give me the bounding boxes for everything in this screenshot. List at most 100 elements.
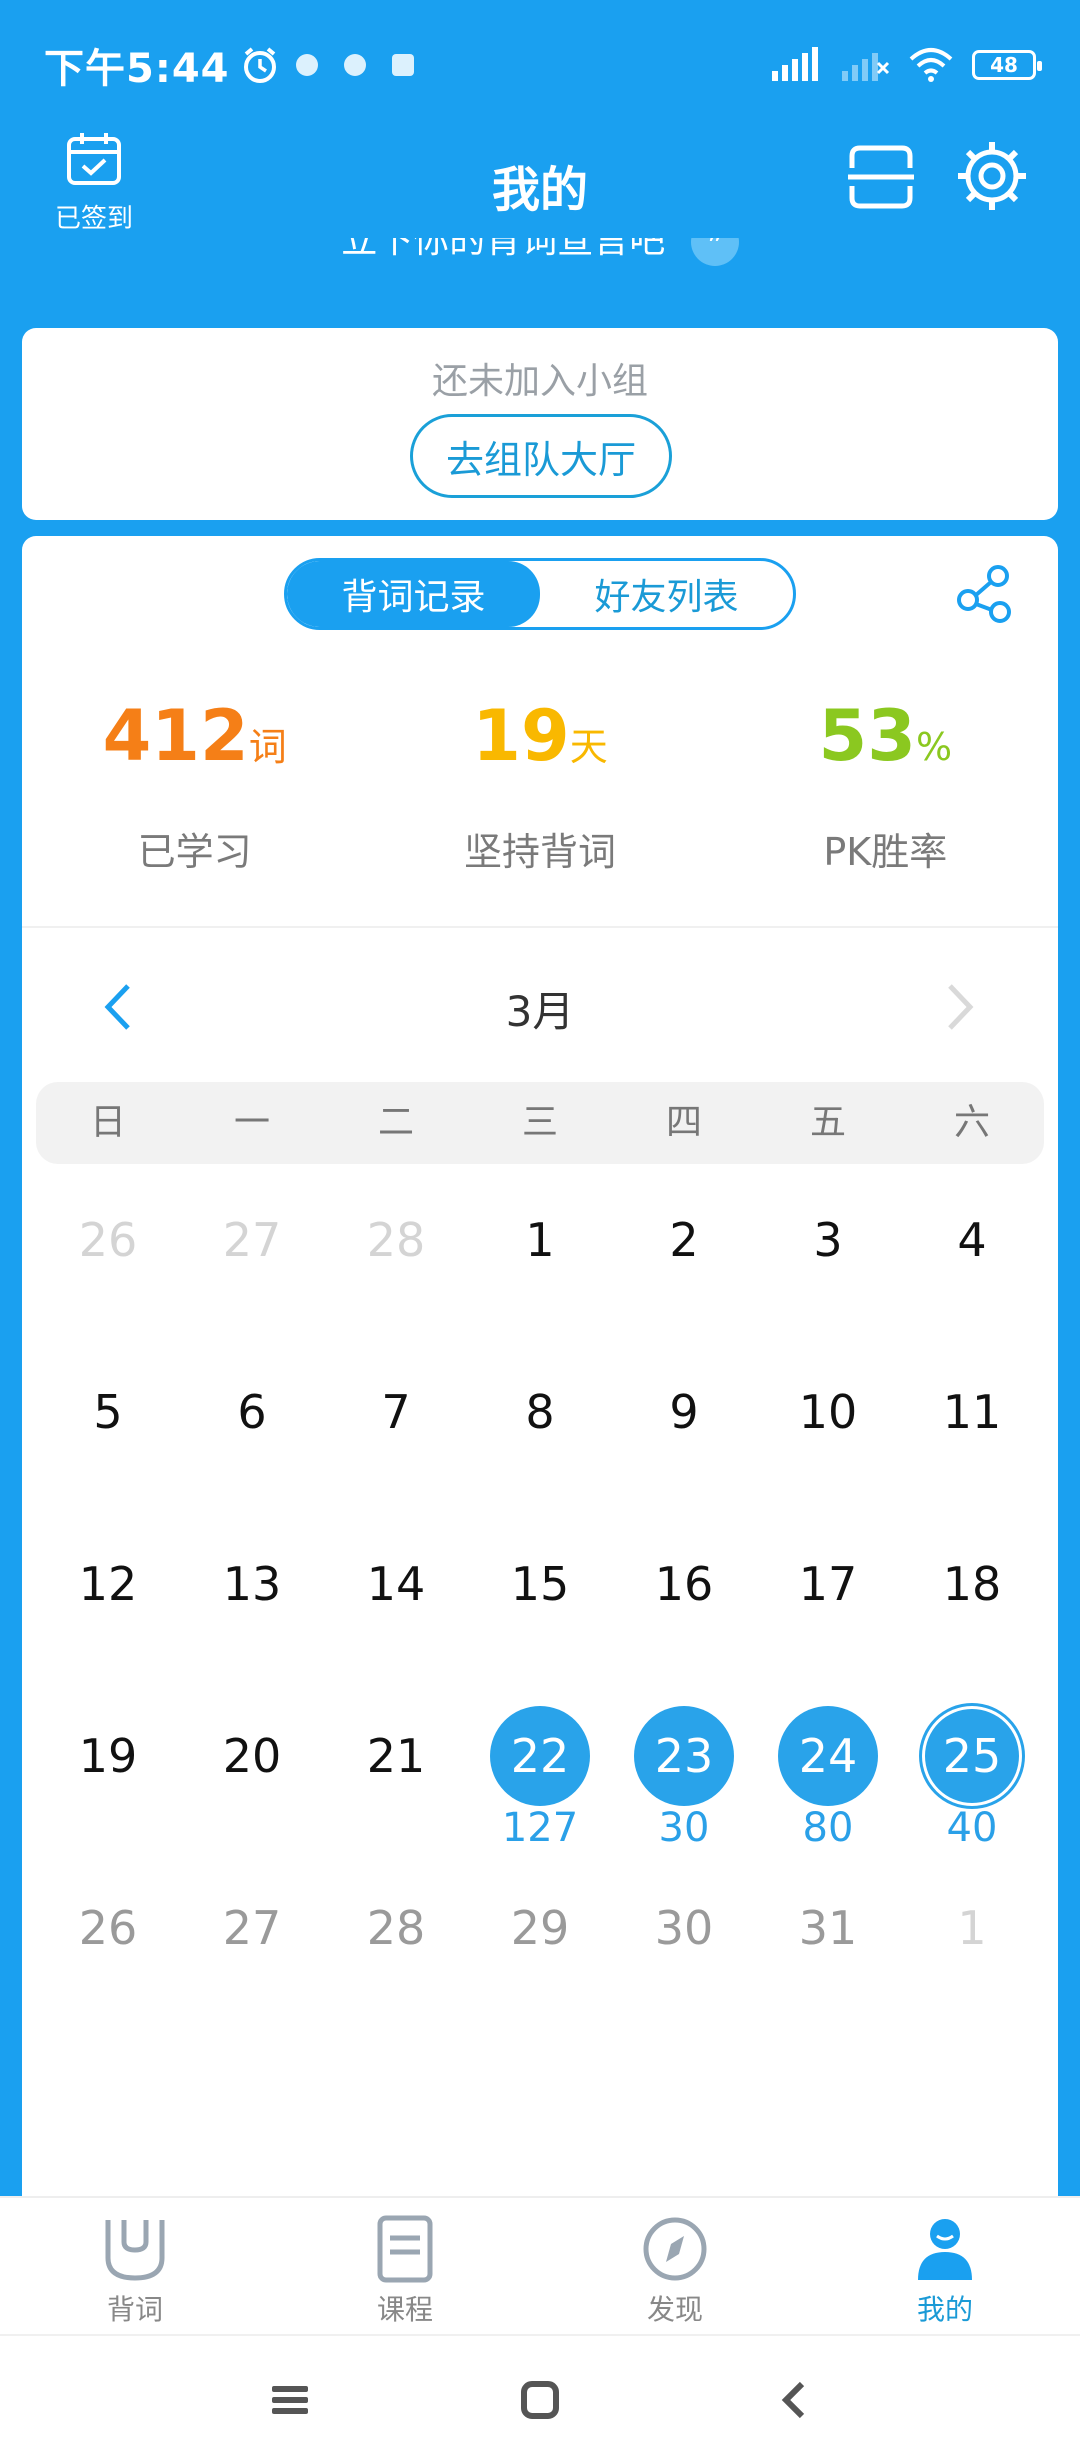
calendar-day: 8 xyxy=(525,1385,555,1439)
calendar-day: 16 xyxy=(654,1557,714,1611)
cup-icon xyxy=(105,2220,165,2281)
calendar-day: 11 xyxy=(942,1385,1002,1439)
gear-icon[interactable] xyxy=(954,138,1030,214)
back-icon[interactable] xyxy=(772,2378,816,2422)
nav-item-words[interactable]: 背词 xyxy=(0,2198,270,2334)
studied-day: 24 xyxy=(778,1706,878,1806)
calendar-day-cell[interactable]: 29 xyxy=(468,1854,612,2026)
calendar-grid: 26 27 28 1 2 3 4 5 6 7 8 9 10 11 12 13 14 15 16 17 18 19 20 21 2… xyxy=(36,1166,1044,2026)
calendar-day: 7 xyxy=(381,1385,411,1439)
calendar-day-cell[interactable]: 12 xyxy=(36,1510,180,1682)
calendar-day-cell[interactable]: 26 xyxy=(36,1854,180,2026)
calendar-day: 4 xyxy=(957,1213,987,1267)
calendar-day: 1 xyxy=(957,1901,987,1955)
calendar-day-cell[interactable]: 9 xyxy=(612,1338,756,1510)
home-icon[interactable] xyxy=(518,2378,562,2422)
calendar-day-cell[interactable]: 31 xyxy=(756,1854,900,2026)
day-word-count: 40 xyxy=(946,1805,998,1851)
stats-row: 412词 已学习 19天 坚持背词 53% PK胜率 xyxy=(22,696,1058,876)
status-time: 下午5:44 xyxy=(44,46,230,92)
share-icon[interactable] xyxy=(954,562,1016,624)
app-notification-icon xyxy=(391,54,414,76)
nav-label: 我的 xyxy=(916,2293,973,2326)
record-card: 背词记录 好友列表 412词 已学习 19天 坚持背词 53% PK胜率 3月 xyxy=(22,536,1058,2196)
day-word-count: 127 xyxy=(501,1805,579,1851)
calendar-day-cell[interactable]: 25 40 xyxy=(900,1682,1044,1854)
status-bar: 下午5:44 48 xyxy=(0,0,1080,130)
calendar-day-cell[interactable]: 5 xyxy=(36,1338,180,1510)
calendar-day: 9 xyxy=(669,1385,699,1439)
weekday-label: 日 xyxy=(89,1102,126,1143)
calendar-day-cell[interactable]: 10 xyxy=(756,1338,900,1510)
calendar-day-cell[interactable]: 14 xyxy=(324,1510,468,1682)
calendar-day-cell[interactable]: 16 xyxy=(612,1510,756,1682)
calendar-week: 5 6 7 8 9 10 11 xyxy=(36,1338,1044,1510)
calendar-day-cell[interactable]: 27 xyxy=(180,1854,324,2026)
calendar-day: 19 xyxy=(78,1729,138,1783)
nav-item-mine[interactable]: 我的 xyxy=(810,2198,1080,2334)
wifi-icon xyxy=(909,48,953,82)
calendar-day-cell[interactable]: 30 xyxy=(612,1854,756,2026)
calendar-day-cell[interactable]: 28 xyxy=(324,1854,468,2026)
chevron-right-icon[interactable] xyxy=(934,980,984,1034)
app-notification-icon xyxy=(295,54,318,76)
calendar-day-cell[interactable]: 24 80 xyxy=(756,1682,900,1854)
stat-value: 19天 xyxy=(472,695,608,777)
calendar-day-cell[interactable]: 18 xyxy=(900,1510,1044,1682)
month-navigator: 3月 xyxy=(22,956,1058,1056)
nav-item-courses[interactable]: 课程 xyxy=(270,2198,540,2334)
tab-word-record[interactable]: 背词记录 xyxy=(287,561,540,627)
calendar-day-cell[interactable]: 23 30 xyxy=(612,1682,756,1854)
calendar-day: 18 xyxy=(942,1557,1002,1611)
calendar-day-cell[interactable]: 7 xyxy=(324,1338,468,1510)
menu-icon[interactable] xyxy=(268,2378,312,2422)
quote-icon: ” xyxy=(690,238,739,266)
slogan-banner[interactable]: 立下你的背词宣言吧 ” xyxy=(0,238,1080,278)
calendar-day: 20 xyxy=(222,1729,282,1783)
nav-item-discover[interactable]: 发现 xyxy=(540,2198,810,2334)
group-status-text: 还未加入小组 xyxy=(431,361,648,402)
calendar-day-cell[interactable]: 1 xyxy=(900,1854,1044,2026)
calendar-day-cell[interactable]: 11 xyxy=(900,1338,1044,1510)
calendar-day-cell[interactable]: 27 xyxy=(180,1166,324,1338)
weekday-label: 一 xyxy=(233,1102,270,1143)
calendar-day-cell[interactable]: 17 xyxy=(756,1510,900,1682)
user-icon xyxy=(918,2219,972,2280)
calendar-day-cell[interactable]: 3 xyxy=(756,1166,900,1338)
calendar-day-cell[interactable]: 13 xyxy=(180,1510,324,1682)
calendar-day-cell[interactable]: 6 xyxy=(180,1338,324,1510)
notification-icons xyxy=(295,54,414,76)
calendar-day-cell[interactable]: 1 xyxy=(468,1166,612,1338)
signal-off-icon xyxy=(842,53,890,81)
calendar-day-cell[interactable]: 28 xyxy=(324,1166,468,1338)
signal-icon xyxy=(772,47,818,81)
weekday-label: 五 xyxy=(809,1102,846,1143)
team-lobby-button[interactable]: 去组队大厅 xyxy=(410,414,672,498)
calendar-day: 31 xyxy=(798,1901,858,1955)
calendar-day: 30 xyxy=(654,1901,714,1955)
bottom-nav: 背词 课程 发现 我的 xyxy=(0,2196,1080,2334)
calendar-day-cell[interactable]: 4 xyxy=(900,1166,1044,1338)
calendar-day: 27 xyxy=(222,1213,282,1267)
studied-day: 22 xyxy=(490,1706,590,1806)
calendar-day-cell[interactable]: 15 xyxy=(468,1510,612,1682)
calendar-day-cell[interactable]: 21 xyxy=(324,1682,468,1854)
weekday-header: 日一二三四五六 xyxy=(36,1082,1044,1164)
calendar-day-cell[interactable]: 22 127 xyxy=(468,1682,612,1854)
tab-friend-list[interactable]: 好友列表 xyxy=(540,561,793,627)
battery-icon: 48 xyxy=(972,50,1042,80)
calendar-day-cell[interactable]: 19 xyxy=(36,1682,180,1854)
calendar-day-cell[interactable]: 20 xyxy=(180,1682,324,1854)
scan-icon[interactable] xyxy=(846,142,916,212)
calendar-day-cell[interactable]: 8 xyxy=(468,1338,612,1510)
nav-label: 课程 xyxy=(376,2293,433,2326)
stat-pk-rate: 53% PK胜率 xyxy=(713,696,1058,876)
calendar-day-cell[interactable]: 2 xyxy=(612,1166,756,1338)
system-nav-bar xyxy=(0,2334,1080,2460)
stat-label: 坚持背词 xyxy=(463,830,616,874)
weekday-label: 三 xyxy=(521,1102,558,1143)
record-tabs: 背词记录 好友列表 xyxy=(284,558,796,630)
calendar-day: 10 xyxy=(798,1385,858,1439)
document-icon xyxy=(377,2215,433,2283)
calendar-day-cell[interactable]: 26 xyxy=(36,1166,180,1338)
